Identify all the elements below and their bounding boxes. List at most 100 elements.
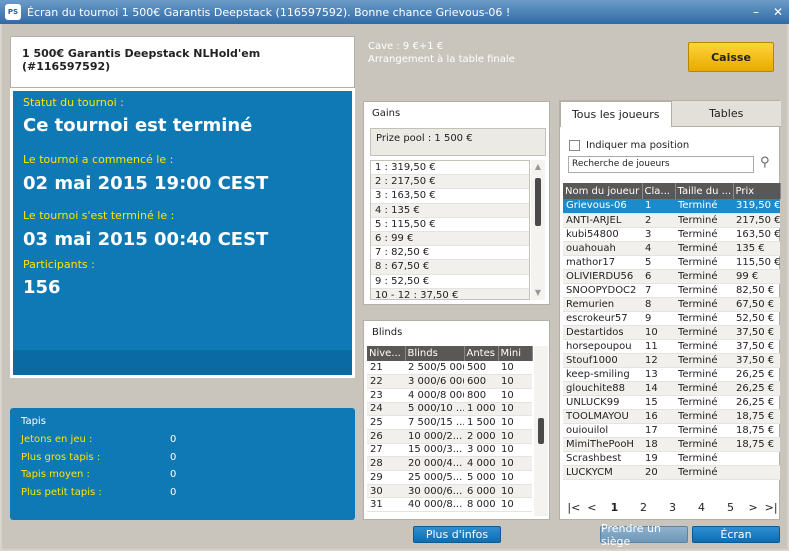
player-cell: MimiThePooH	[563, 437, 642, 452]
page-number-button[interactable]: 5	[716, 501, 745, 514]
more-info-button[interactable]: Plus d'infos	[413, 526, 501, 543]
blinds-scrollbar[interactable]	[534, 346, 548, 516]
blinds-cell: 31	[367, 497, 405, 513]
player-row[interactable]: Remurien 8 Terminé 67,50 €	[563, 297, 780, 312]
tab-all-players[interactable]: Tous les joueurs	[560, 101, 672, 127]
show-position-checkbox[interactable]	[569, 140, 580, 151]
tab-tables[interactable]: Tables	[671, 101, 781, 127]
player-row[interactable]: MimiThePooH 18 Terminé 18,75 €	[563, 437, 780, 452]
page-number-button[interactable]: 1	[600, 501, 629, 514]
player-cell: Terminé	[675, 395, 733, 410]
tapis-row-label: Tapis moyen :	[21, 469, 90, 480]
page-number-button[interactable]: 2	[629, 501, 658, 514]
player-cell: Remurien	[563, 297, 642, 312]
tapis-row-label: Jetons en jeu :	[21, 434, 93, 445]
player-cell: mathor17	[563, 255, 642, 270]
last-page-button[interactable]: >|	[761, 501, 781, 514]
player-row[interactable]: Stouf1000 12 Terminé 37,50 €	[563, 353, 780, 368]
player-cell: 18	[642, 437, 675, 452]
player-row[interactable]: UNLUCK99 15 Terminé 26,25 €	[563, 395, 780, 410]
scroll-down-icon[interactable]: ▼	[531, 286, 545, 300]
player-row[interactable]: escrokeur57 9 Terminé 52,50 €	[563, 311, 780, 326]
player-cell: 135 €	[733, 241, 780, 256]
window-title: Écran du tournoi 1 500€ Garantis Deepsta…	[27, 5, 511, 19]
blinds-column-header[interactable]: Blinds	[405, 346, 465, 361]
started-value: 02 mai 2015 19:00 CEST	[23, 173, 269, 194]
blinds-cell: 3 000/6 00(	[405, 374, 464, 389]
player-row[interactable]: TOOLMAYOU 16 Terminé 18,75 €	[563, 409, 780, 424]
blinds-cell: 26	[367, 429, 405, 444]
blinds-cell: 500	[464, 361, 498, 376]
status-label: Statut du tournoi :	[23, 96, 124, 109]
player-cell: glouchite88	[563, 381, 642, 396]
player-search-input[interactable]: Recherche de joueurs	[568, 156, 754, 173]
gains-scrollbar[interactable]: ▲ ▼	[531, 160, 545, 300]
blinds-row: 28 20 000/4... 4 000 10	[367, 456, 532, 471]
player-cell: Terminé	[675, 199, 733, 214]
player-cell: horsepoupou	[563, 339, 642, 354]
tapis-row-value: 0	[170, 451, 177, 463]
page-number-button[interactable]: 3	[658, 501, 687, 514]
player-row[interactable]: horsepoupou 11 Terminé 37,50 €	[563, 339, 780, 354]
player-cell	[733, 451, 780, 466]
players-column-header[interactable]: Taille du ...	[675, 183, 734, 199]
player-row[interactable]: Grievous-06 1 Terminé 319,50 €	[563, 199, 780, 214]
player-row[interactable]: glouchite88 14 Terminé 26,25 €	[563, 381, 780, 396]
blinds-row: 25 7 500/15 ... 1 500 10	[367, 415, 532, 430]
prize-pool: Prize pool : 1 500 €	[370, 128, 546, 156]
gains-item: 4 : 135 €	[371, 203, 529, 218]
player-cell: ANTI-ARJEL	[563, 213, 642, 228]
scroll-thumb[interactable]	[538, 418, 544, 444]
blinds-cell: 2 000	[464, 429, 498, 444]
players-column-header[interactable]: Cla...	[642, 183, 676, 199]
player-row[interactable]: Scrashbest 19 Terminé	[563, 451, 780, 466]
player-row[interactable]: ANTI-ARJEL 2 Terminé 217,50 €	[563, 213, 780, 228]
players-column-header[interactable]: Prix	[733, 183, 781, 199]
player-row[interactable]: ouiouilol 17 Terminé 18,75 €	[563, 423, 780, 438]
page-number-button[interactable]: 4	[687, 501, 716, 514]
player-row[interactable]: mathor17 5 Terminé 115,50 €	[563, 255, 780, 270]
player-row[interactable]: kubi54800 3 Terminé 163,50 €	[563, 227, 780, 242]
player-row[interactable]: ouahouah 4 Terminé 135 €	[563, 241, 780, 256]
gains-item: 5 : 115,50 €	[371, 218, 529, 232]
player-cell: Stouf1000	[563, 353, 642, 368]
caisse-button[interactable]: Caisse	[688, 42, 774, 72]
blinds-cell: 10	[498, 484, 532, 499]
gains-item: 2 : 217,50 €	[371, 175, 529, 190]
next-page-button[interactable]: >	[745, 501, 761, 514]
player-row[interactable]: keep-smiling 13 Terminé 26,25 €	[563, 367, 780, 382]
player-row[interactable]: SNOOPYDOC2 7 Terminé 82,50 €	[563, 283, 780, 298]
minimize-button[interactable]: –	[745, 5, 767, 19]
blinds-cell: 1 500	[464, 415, 498, 430]
blinds-cell: 600	[464, 374, 498, 389]
scroll-up-icon[interactable]: ▲	[531, 160, 545, 174]
player-cell: Terminé	[675, 451, 733, 466]
gains-title: Gains	[372, 108, 401, 119]
player-cell: Terminé	[675, 381, 733, 396]
player-cell: Terminé	[675, 269, 733, 284]
close-button[interactable]: ✕	[767, 5, 789, 19]
players-column-header[interactable]: Nom du joueur	[563, 183, 643, 199]
blinds-column-header[interactable]: Nive...	[367, 346, 406, 361]
title-bar: PS Écran du tournoi 1 500€ Garantis Deep…	[0, 0, 789, 24]
first-page-button[interactable]: |<	[564, 501, 584, 514]
blinds-column-header[interactable]: Antes	[464, 346, 499, 361]
player-cell: 15	[642, 395, 675, 410]
player-row[interactable]: OLIVIERDU56 6 Terminé 99 €	[563, 269, 780, 284]
scroll-thumb[interactable]	[535, 178, 541, 226]
player-cell: 11	[642, 339, 675, 354]
player-cell: escrokeur57	[563, 311, 642, 326]
prev-page-button[interactable]: <	[584, 501, 600, 514]
player-cell: TOOLMAYOU	[563, 409, 642, 424]
player-cell: Terminé	[675, 311, 733, 326]
take-seat-button[interactable]: Prendre un siège	[600, 522, 688, 548]
blinds-cell: 28	[367, 456, 405, 471]
player-cell: 115,50 €	[733, 255, 780, 270]
blinds-cell: 5 000/10 ...	[405, 402, 464, 417]
player-row[interactable]: Destartidos 10 Terminé 37,50 €	[563, 325, 780, 340]
player-row[interactable]: LUCKYCM 20 Terminé	[563, 465, 780, 480]
screen-button[interactable]: Écran	[692, 526, 780, 543]
blinds-cell: 10 000/2...	[405, 429, 464, 444]
search-icon[interactable]: ⚲	[760, 155, 770, 170]
blinds-column-header[interactable]: Mini	[498, 346, 533, 361]
